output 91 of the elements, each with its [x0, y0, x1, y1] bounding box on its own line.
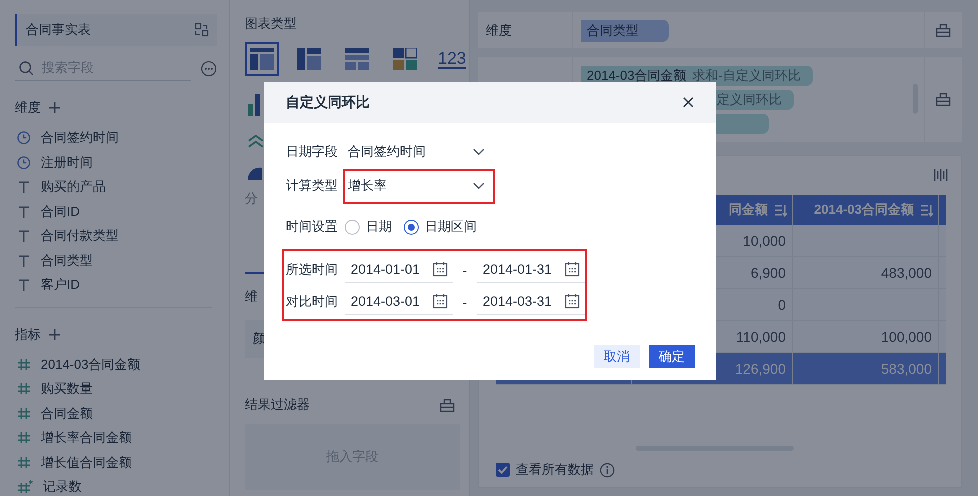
- section-title: 指标: [15, 326, 41, 344]
- select-field[interactable]: 合同签约时间: [343, 134, 495, 170]
- close-icon[interactable]: [683, 97, 694, 108]
- radio-label[interactable]: 日期区间: [425, 218, 477, 236]
- field-label: 日期字段: [286, 143, 339, 161]
- checkbox[interactable]: [496, 463, 510, 477]
- date-field[interactable]: 2014-01-31: [477, 257, 585, 283]
- field-label: 对比时间: [286, 293, 339, 311]
- text-type-icon: [17, 204, 31, 219]
- table-icon: [297, 48, 322, 70]
- text-type-icon: [17, 254, 31, 268]
- field-item[interactable]: 增长率合同金额: [15, 429, 217, 448]
- plus-icon[interactable]: [49, 102, 61, 114]
- cancel-button[interactable]: 取消: [594, 345, 640, 368]
- field-label: 所选时间: [286, 261, 339, 279]
- plus-icon[interactable]: [49, 328, 61, 340]
- field-item[interactable]: 合同金额: [15, 404, 217, 423]
- field-item[interactable]: 购买数量: [15, 380, 217, 398]
- field-item[interactable]: 合同ID: [15, 202, 217, 221]
- chevron-up-icon[interactable]: [248, 134, 264, 148]
- more-icon[interactable]: [201, 60, 217, 76]
- search-icon: [19, 60, 34, 76]
- sort-icon[interactable]: [920, 204, 934, 216]
- switch-icon[interactable]: [195, 23, 209, 37]
- row-label: 维度: [478, 12, 573, 48]
- columns-icon[interactable]: [934, 168, 948, 182]
- chart-type-tab[interactable]: 123: [435, 42, 469, 76]
- field-label: 时间设置: [286, 218, 339, 236]
- text-type-icon: [17, 229, 31, 244]
- table-cell: 100,000: [881, 328, 932, 344]
- radio-button[interactable]: [345, 220, 360, 234]
- field-item[interactable]: 增长值合同金额: [15, 454, 217, 472]
- treemap-icon: [392, 48, 417, 70]
- table-cell: 10,000: [743, 232, 786, 248]
- chevron-down-icon[interactable]: [473, 182, 485, 190]
- clock-icon: [17, 156, 31, 170]
- text-type-icon: [17, 180, 31, 194]
- calendar-icon[interactable]: [565, 262, 580, 277]
- field-item[interactable]: 2014-03合同金额: [15, 356, 217, 374]
- date-field[interactable]: 2014-01-01: [345, 257, 453, 283]
- chart-type-label: 分: [245, 190, 259, 208]
- range-separator: -: [462, 262, 468, 278]
- section-title: 结果过滤器: [245, 396, 310, 414]
- table-cell: 583,000: [881, 360, 932, 376]
- chart-type-tab[interactable]: [245, 42, 279, 76]
- field-item[interactable]: 购买的产品: [15, 178, 217, 196]
- chevron-down-icon[interactable]: [473, 148, 485, 156]
- sort-icon[interactable]: [774, 204, 788, 216]
- date-field[interactable]: 2014-03-01: [345, 289, 453, 315]
- table-icon: [344, 48, 369, 70]
- hash-icon: [17, 456, 31, 470]
- dimension-chip[interactable]: 合同类型: [581, 20, 669, 42]
- field-item[interactable]: 合同类型: [15, 252, 217, 270]
- table-icon: [250, 48, 274, 70]
- hash-icon: [17, 406, 31, 421]
- table-cell: 110,000: [736, 328, 786, 344]
- lock-icon[interactable]: [440, 398, 455, 412]
- section-title: 维度: [15, 99, 41, 117]
- calendar-icon[interactable]: [433, 262, 448, 277]
- checkbox-label: 查看所有数据: [516, 461, 594, 479]
- text-type-icon: [17, 278, 31, 292]
- field-item[interactable]: 记录数: [15, 478, 217, 496]
- hash-icon: [17, 480, 33, 494]
- table-cell: 483,000: [881, 264, 932, 280]
- hash-icon: [17, 431, 31, 446]
- lock-icon[interactable]: [936, 93, 951, 106]
- panel-title: 图表类型: [245, 15, 298, 33]
- table-selector[interactable]: 合同事实表: [15, 14, 217, 46]
- bar-chart-icon[interactable]: [248, 94, 262, 116]
- field-item[interactable]: 合同签约时间: [15, 129, 217, 148]
- lock-icon[interactable]: [936, 24, 951, 36]
- field-label: 计算类型: [286, 177, 339, 195]
- radio-label[interactable]: 日期: [366, 218, 392, 236]
- hash-icon: [17, 358, 31, 372]
- table-cell: 0: [778, 296, 786, 312]
- date-field[interactable]: 2014-03-31: [477, 289, 585, 315]
- info-icon[interactable]: [600, 462, 615, 478]
- clock-icon: [17, 131, 31, 146]
- field-item[interactable]: 客户ID: [15, 276, 217, 294]
- field-item[interactable]: 合同付款类型: [15, 227, 217, 246]
- field-item[interactable]: 注册时间: [15, 154, 217, 172]
- select-field[interactable]: 增长率: [343, 168, 495, 204]
- radio-button[interactable]: [404, 220, 419, 234]
- table-cell: 6,900: [750, 264, 786, 280]
- calendar-icon[interactable]: [433, 294, 448, 309]
- hash-icon: [17, 382, 31, 396]
- calendar-icon[interactable]: [565, 294, 580, 309]
- table-cell: 126,900: [735, 360, 786, 376]
- range-separator: -: [462, 294, 468, 310]
- dialog-title: 自定义同环比: [286, 94, 370, 112]
- confirm-button[interactable]: 确定: [649, 345, 695, 368]
